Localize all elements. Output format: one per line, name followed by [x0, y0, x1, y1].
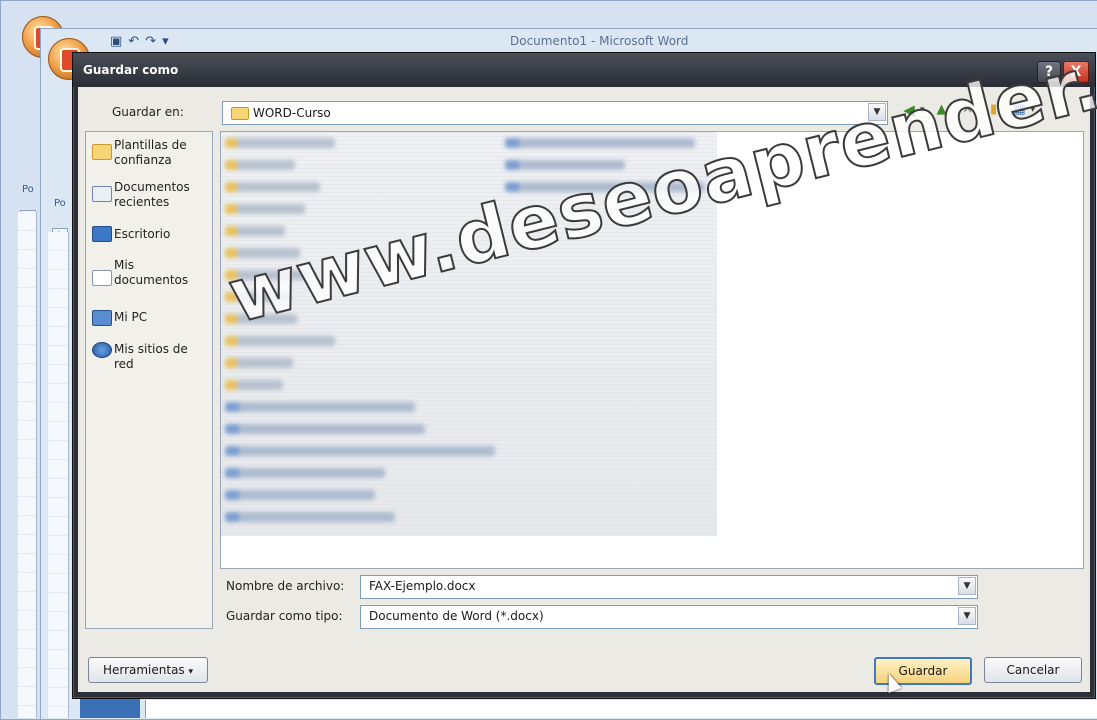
place-my-computer[interactable]: Mi PC — [92, 310, 208, 332]
place-label: Mis documentos — [114, 258, 189, 287]
places-bar: Plantillas de confianza Documentos recie… — [85, 131, 213, 629]
redo-icon[interactable]: ↷ — [145, 34, 156, 49]
place-my-documents[interactable]: Mis documentos — [92, 258, 208, 302]
list-item[interactable] — [225, 248, 300, 258]
delete-icon[interactable]: ✕ — [959, 101, 977, 119]
list-item[interactable] — [505, 182, 705, 192]
chevron-down-icon: ▾ — [188, 667, 194, 677]
list-item[interactable] — [225, 490, 375, 500]
list-item[interactable] — [225, 336, 335, 346]
up-folder-icon[interactable]: ▲ — [933, 101, 951, 119]
save-in-dropdown[interactable]: WORD-Curso ▼ — [222, 101, 888, 125]
place-label: Documentos recientes — [114, 180, 190, 209]
cancel-button[interactable]: Cancelar — [984, 657, 1082, 683]
list-item[interactable] — [225, 182, 320, 192]
place-label: Mis sitios de red — [114, 342, 188, 371]
place-trusted-templates[interactable]: Plantillas de confianza — [92, 138, 208, 174]
dialog-body: Guardar en: WORD-Curso ▼ ◀ ▾ ▲ ✕ ▮ ▦ ▾ P… — [78, 87, 1090, 692]
desktop-icon — [92, 226, 112, 242]
list-item[interactable] — [225, 402, 415, 412]
chevron-down-icon[interactable]: ▾ — [1031, 105, 1036, 115]
save-icon[interactable]: ▣ — [110, 34, 122, 49]
file-name-value: FAX-Ejemplo.docx — [369, 579, 476, 593]
list-item[interactable] — [225, 512, 395, 522]
list-item[interactable] — [225, 226, 285, 236]
place-label: Plantillas de confianza — [114, 138, 187, 167]
save-in-label: Guardar en: — [112, 105, 184, 119]
recent-documents-icon — [92, 186, 112, 202]
file-name-label: Nombre de archivo: — [226, 579, 345, 593]
chevron-down-icon[interactable]: ▼ — [958, 577, 976, 595]
list-item[interactable] — [505, 160, 625, 170]
file-list[interactable] — [220, 131, 1084, 569]
place-desktop[interactable]: Escritorio — [92, 226, 208, 248]
tools-button-label: Herramientas — [102, 663, 185, 677]
dialog-titlebar[interactable]: Guardar como ? X — [73, 53, 1095, 87]
list-item[interactable] — [225, 446, 495, 456]
list-item[interactable] — [225, 314, 297, 324]
help-button[interactable]: ? — [1037, 61, 1061, 83]
list-item[interactable] — [225, 270, 310, 280]
file-type-label: Guardar como tipo: — [226, 609, 343, 623]
close-button[interactable]: X — [1063, 61, 1089, 83]
place-label: Escritorio — [114, 227, 171, 241]
list-item[interactable] — [225, 358, 293, 368]
file-type-value: Documento de Word (*.docx) — [369, 609, 544, 623]
word-window-title: Documento1 - Microsoft Word — [510, 34, 689, 48]
list-item[interactable] — [225, 380, 283, 390]
chevron-down-icon[interactable]: ▼ — [868, 103, 886, 121]
blurred-file-area — [221, 132, 717, 536]
tools-button[interactable]: Herramientas ▾ — [88, 657, 208, 683]
place-label: Mi PC — [114, 310, 148, 324]
file-name-field[interactable]: FAX-Ejemplo.docx ▼ — [360, 575, 978, 599]
place-network[interactable]: Mis sitios de red — [92, 342, 208, 378]
vertical-ruler — [18, 212, 37, 718]
quick-access-toolbar: ▣ ↶ ↷ ▾ — [110, 34, 169, 49]
undo-icon[interactable]: ↶ — [128, 34, 139, 49]
new-folder-icon[interactable]: ▮ — [985, 101, 1003, 119]
list-item[interactable] — [505, 138, 695, 148]
list-item[interactable] — [225, 468, 385, 478]
views-icon[interactable]: ▦ — [1011, 101, 1029, 119]
folder-icon — [231, 107, 249, 120]
dialog-title: Guardar como — [83, 63, 179, 77]
list-item[interactable] — [225, 138, 335, 148]
save-as-dialog: Guardar como ? X Guardar en: WORD-Curso … — [72, 52, 1096, 699]
document-page — [145, 700, 1097, 718]
chevron-down-icon[interactable]: ▼ — [958, 607, 976, 625]
customize-icon[interactable]: ▾ — [162, 34, 169, 49]
save-in-value: WORD-Curso — [253, 106, 331, 120]
back-icon[interactable]: ◀ — [900, 101, 918, 119]
dialog-toolbar: ◀ ▾ ▲ ✕ ▮ ▦ ▾ — [900, 101, 1035, 119]
list-item[interactable] — [225, 292, 290, 302]
list-item[interactable] — [225, 424, 425, 434]
side-tab-label: Po — [54, 198, 66, 209]
side-tab-label: Po — [22, 184, 34, 195]
folder-icon — [92, 144, 112, 160]
chevron-down-icon[interactable]: ▾ — [920, 105, 925, 115]
my-documents-icon — [92, 270, 112, 286]
network-icon — [92, 342, 112, 358]
vertical-ruler — [48, 232, 69, 718]
my-computer-icon — [92, 310, 112, 326]
list-item[interactable] — [225, 204, 305, 214]
place-recent-documents[interactable]: Documentos recientes — [92, 180, 208, 216]
file-type-dropdown[interactable]: Documento de Word (*.docx) ▼ — [360, 605, 978, 629]
list-item[interactable] — [225, 160, 295, 170]
